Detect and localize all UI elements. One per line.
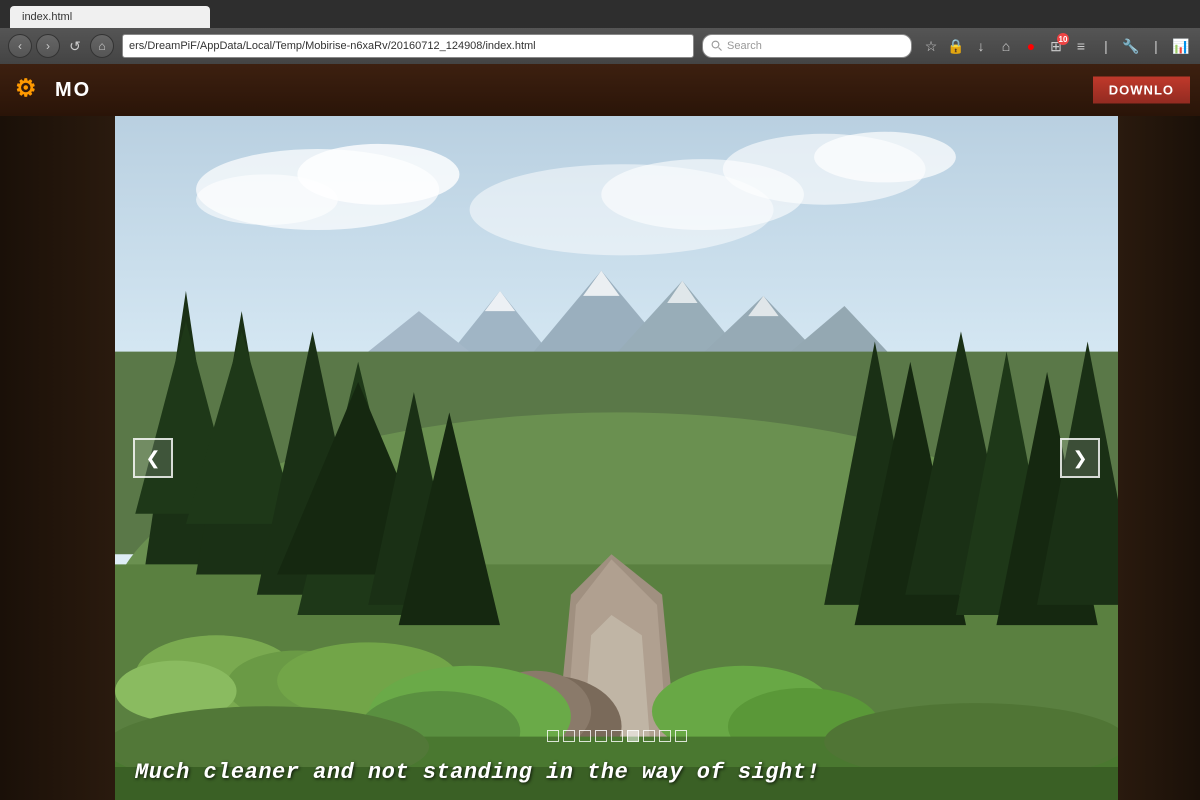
slider-prev-button[interactable]: ❮ xyxy=(133,438,173,478)
browser-chrome: index.html ‹ › ↺ ⌂ ers/DreamPiF/AppData/… xyxy=(0,0,1200,64)
separator: | xyxy=(1095,35,1117,57)
app-logo: ⚙ MO xyxy=(15,74,91,106)
menu-button[interactable]: ≡ xyxy=(1070,35,1092,57)
bookmark-button[interactable]: ☆ xyxy=(920,35,942,57)
browser-toolbar: ‹ › ↺ ⌂ ers/DreamPiF/AppData/Local/Temp/… xyxy=(0,28,1200,64)
forward-icon: › xyxy=(46,39,50,53)
reload-button[interactable]: ↺ xyxy=(64,35,86,57)
forward-button[interactable]: › xyxy=(36,34,60,58)
slide-dot-9[interactable] xyxy=(675,730,687,742)
slider-next-button[interactable]: ❯ xyxy=(1060,438,1100,478)
slide-dot-7[interactable] xyxy=(643,730,655,742)
slider-container: ❮ ❯ Much cleaner and not standing in the… xyxy=(115,116,1118,800)
lock-icon: 🔒 xyxy=(945,35,967,57)
separator2: | xyxy=(1145,35,1167,57)
side-bg-left xyxy=(0,64,115,800)
slide-indicators xyxy=(547,730,687,742)
browser-tabs: index.html xyxy=(0,0,1200,28)
slide-dot-5[interactable] xyxy=(611,730,623,742)
side-bg-right xyxy=(1118,64,1200,800)
opera-icon[interactable]: ● xyxy=(1020,35,1042,57)
next-icon: ❯ xyxy=(1072,448,1087,469)
slide-dot-8[interactable] xyxy=(659,730,671,742)
slide-dot-1[interactable] xyxy=(547,730,559,742)
slide-dot-2[interactable] xyxy=(563,730,575,742)
address-text: ers/DreamPiF/AppData/Local/Temp/Mobirise… xyxy=(129,40,536,52)
slide-dot-3[interactable] xyxy=(579,730,591,742)
slide-dot-6[interactable] xyxy=(627,730,639,742)
address-bar[interactable]: ers/DreamPiF/AppData/Local/Temp/Mobirise… xyxy=(122,34,694,58)
gear-icon: ⚙ xyxy=(15,74,47,106)
app-bar: ⚙ MO DOWNLO xyxy=(0,64,1200,116)
addon-button-1[interactable]: 🔧 xyxy=(1120,35,1142,57)
search-icon xyxy=(711,40,723,52)
slide-dot-4[interactable] xyxy=(595,730,607,742)
prev-icon: ❮ xyxy=(145,448,160,469)
toolbar-icons: ☆ 🔒 ↓ ⌂ ● ⊞ 10 ≡ | 🔧 | 📊 xyxy=(920,35,1192,57)
slider-image xyxy=(115,116,1118,800)
badge-count: 10 xyxy=(1057,33,1069,45)
reload-icon: ↺ xyxy=(69,38,81,55)
website-wrapper: ⚙ MO DOWNLO xyxy=(0,64,1200,800)
browser-tab[interactable]: index.html xyxy=(10,6,210,28)
app-name: MO xyxy=(55,79,91,102)
back-button[interactable]: ‹ xyxy=(8,34,32,58)
home-icon: ⌂ xyxy=(98,39,105,53)
search-bar[interactable]: Search xyxy=(702,34,912,58)
home-button[interactable]: ⌂ xyxy=(90,34,114,58)
home-nav-button[interactable]: ⌂ xyxy=(995,35,1017,57)
back-icon: ‹ xyxy=(18,39,22,53)
slider-caption: Much cleaner and not standing in the way… xyxy=(115,760,1118,785)
search-placeholder: Search xyxy=(727,40,762,52)
download-button[interactable]: DOWNLO xyxy=(1093,77,1190,104)
caption-text: Much cleaner and not standing in the way… xyxy=(135,760,820,785)
addon-button-2[interactable]: 📊 xyxy=(1170,35,1192,57)
extensions-button[interactable]: ⊞ 10 xyxy=(1045,35,1067,57)
tab-title: index.html xyxy=(22,11,72,23)
download-button[interactable]: ↓ xyxy=(970,35,992,57)
